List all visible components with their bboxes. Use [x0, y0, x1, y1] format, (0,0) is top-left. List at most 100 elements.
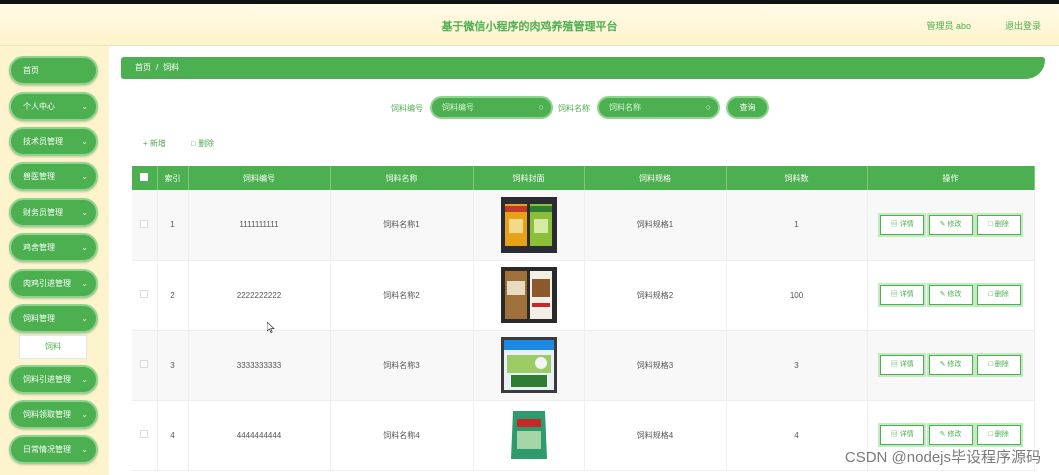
- detail-button[interactable]: ▤ 详情: [880, 425, 925, 445]
- sidebar: 首页 个人中心 ⌄ 技术员管理 ⌄ 兽医管理 ⌄ 财务员管理 ⌄ 鸡舍管理 ⌄ 肉鸡引进管…: [0, 46, 109, 475]
- feed-table: 索引 饲料编号 饲料名称 饲料封面 饲料规格 饲料数 操作 1 11111111…: [132, 166, 1035, 471]
- select-all-checkbox[interactable]: [140, 173, 149, 181]
- name-search-input[interactable]: 饲料名称 ○: [597, 96, 720, 119]
- watermark: CSDN @nodejs毕设程序源码: [844, 449, 1041, 466]
- chevron-down-icon: ⌄: [81, 102, 88, 111]
- detail-icon: ▤: [890, 220, 900, 228]
- trash-icon: □: [191, 139, 199, 148]
- row-index: 1: [157, 190, 189, 261]
- logout-link[interactable]: 退出登录: [1005, 19, 1041, 32]
- feed-name: 饲料名称2: [330, 260, 474, 331]
- table-row: 2 2222222222 饲料名称2 饲料规格2 100 ▤ 详情 ✎ 修改 □…: [132, 260, 1035, 331]
- chevron-down-icon: ⌄: [81, 208, 88, 217]
- search-icon: ○: [705, 102, 711, 112]
- sidebar-item-feed-import[interactable]: 饲料引进管理 ⌄: [9, 365, 98, 394]
- column-header: 饲料名称: [330, 166, 474, 190]
- sidebar-item-feed[interactable]: 饲料管理 ⌄: [9, 304, 98, 333]
- delete-button[interactable]: □ 删除: [976, 214, 1021, 235]
- sidebar-subitem-feed[interactable]: 饲料: [19, 335, 87, 359]
- row-checkbox[interactable]: [140, 219, 149, 228]
- feed-count: 1: [726, 190, 868, 261]
- feed-code: 4444444444: [188, 400, 331, 471]
- current-user: 管理员 abo: [926, 21, 971, 31]
- feed-spec: 饲料规格3: [584, 330, 727, 401]
- chevron-down-icon: ⌄: [81, 243, 88, 252]
- table-row: 3 3333333333 饲料名称3 饲料规格3 3 ▤ 详情 ✎ 修改 □ 删…: [132, 330, 1035, 401]
- feed-spec: 饲料规格1: [584, 190, 727, 261]
- name-label: 饲料名称: [558, 104, 590, 113]
- detail-button[interactable]: ▤ 详情: [880, 355, 925, 375]
- app-title: 基于微信小程序的肉鸡养殖管理平台: [441, 21, 618, 33]
- feed-name: 饲料名称3: [330, 330, 474, 401]
- edit-button[interactable]: ✎ 修改: [928, 285, 973, 305]
- feed-cover-image: [500, 267, 557, 323]
- feed-count: 3: [726, 330, 868, 401]
- sidebar-item-profile[interactable]: 个人中心 ⌄: [9, 92, 98, 121]
- feed-cover-image: [500, 337, 557, 393]
- select-all-cell[interactable]: [132, 166, 158, 190]
- feed-count: 100: [726, 260, 868, 331]
- chevron-down-icon: ⌄: [81, 375, 88, 384]
- edit-button[interactable]: ✎ 修改: [928, 425, 973, 445]
- chevron-down-icon: ⌄: [81, 410, 88, 419]
- column-header: 索引: [157, 166, 189, 190]
- row-index: 2: [157, 260, 189, 331]
- delete-button[interactable]: □ 删除: [976, 355, 1021, 375]
- detail-icon: ▤: [890, 361, 900, 368]
- sidebar-item-chicken-import[interactable]: 肉鸡引进管理 ⌄: [9, 269, 98, 298]
- detail-icon: ▤: [890, 291, 900, 298]
- sidebar-item-coop[interactable]: 鸡舍管理 ⌄: [9, 233, 98, 262]
- batch-delete-button[interactable]: □ 删除: [191, 138, 214, 149]
- add-button[interactable]: + 新增: [143, 138, 166, 149]
- feed-cover-image: [500, 196, 557, 253]
- feed-name: 饲料名称1: [330, 190, 474, 261]
- column-header: 饲料编号: [188, 166, 331, 190]
- chevron-down-icon: ⌄: [81, 172, 88, 181]
- row-checkbox[interactable]: [140, 430, 149, 438]
- edit-button[interactable]: ✎ 修改: [928, 214, 973, 235]
- row-index: 4: [157, 400, 189, 471]
- breadcrumb: 首页 / 饲料: [121, 57, 1045, 79]
- plus-icon: +: [143, 139, 150, 148]
- sidebar-item-technician[interactable]: 技术员管理 ⌄: [9, 127, 98, 156]
- feed-name: 饲料名称4: [330, 400, 474, 471]
- edit-button[interactable]: ✎ 修改: [928, 355, 973, 375]
- row-checkbox[interactable]: [140, 290, 149, 298]
- mouse-cursor-icon: [267, 322, 275, 333]
- header: 基于微信小程序的肉鸡养殖管理平台 管理员 abo 退出登录: [0, 4, 1059, 46]
- feed-spec: 饲料规格2: [584, 260, 727, 331]
- feed-code: 1111111111: [188, 190, 331, 261]
- breadcrumb-current: 饲料: [163, 63, 180, 72]
- sidebar-item-vet[interactable]: 兽医管理 ⌄: [9, 162, 98, 191]
- feed-spec: 饲料规格4: [584, 400, 727, 471]
- sidebar-item-feed-collect[interactable]: 饲料领取管理 ⌄: [9, 400, 98, 429]
- sidebar-item-home[interactable]: 首页: [9, 56, 98, 85]
- row-checkbox[interactable]: [140, 360, 149, 368]
- query-button[interactable]: 查询: [726, 96, 769, 119]
- feed-code: 2222222222: [188, 260, 331, 331]
- chevron-down-icon: ⌄: [81, 137, 88, 146]
- table-row: 1 1111111111 饲料名称1 饲料规格1 1 ▤ 详情 ✎ 修改 □ 删…: [132, 190, 1035, 261]
- row-index: 3: [157, 330, 189, 401]
- sidebar-item-daily[interactable]: 日常情况管理 ⌄: [9, 435, 98, 464]
- chevron-down-icon: ⌄: [81, 314, 88, 323]
- detail-button[interactable]: ▤ 详情: [880, 285, 925, 305]
- feed-cover-image: [500, 407, 557, 463]
- delete-button[interactable]: □ 删除: [976, 425, 1021, 445]
- detail-icon: ▤: [890, 431, 900, 438]
- column-header: 饲料封面: [473, 166, 585, 190]
- feed-code: 3333333333: [188, 330, 331, 401]
- column-header: 饲料数: [726, 166, 868, 190]
- code-label: 饲料编号: [391, 104, 423, 113]
- delete-button[interactable]: □ 删除: [976, 285, 1021, 305]
- column-header: 饲料规格: [584, 166, 727, 190]
- chevron-down-icon: ⌄: [81, 279, 88, 288]
- table-header-row: 索引 饲料编号 饲料名称 饲料封面 饲料规格 饲料数 操作: [132, 166, 1035, 190]
- code-search-input[interactable]: 饲料编号 ○: [430, 96, 553, 119]
- breadcrumb-home[interactable]: 首页: [135, 63, 151, 72]
- chevron-down-icon: ⌄: [81, 445, 88, 454]
- sidebar-item-finance[interactable]: 财务员管理 ⌄: [9, 198, 98, 227]
- detail-button[interactable]: ▤ 详情: [880, 214, 925, 235]
- search-icon: ○: [538, 102, 544, 112]
- column-header: 操作: [867, 166, 1035, 190]
